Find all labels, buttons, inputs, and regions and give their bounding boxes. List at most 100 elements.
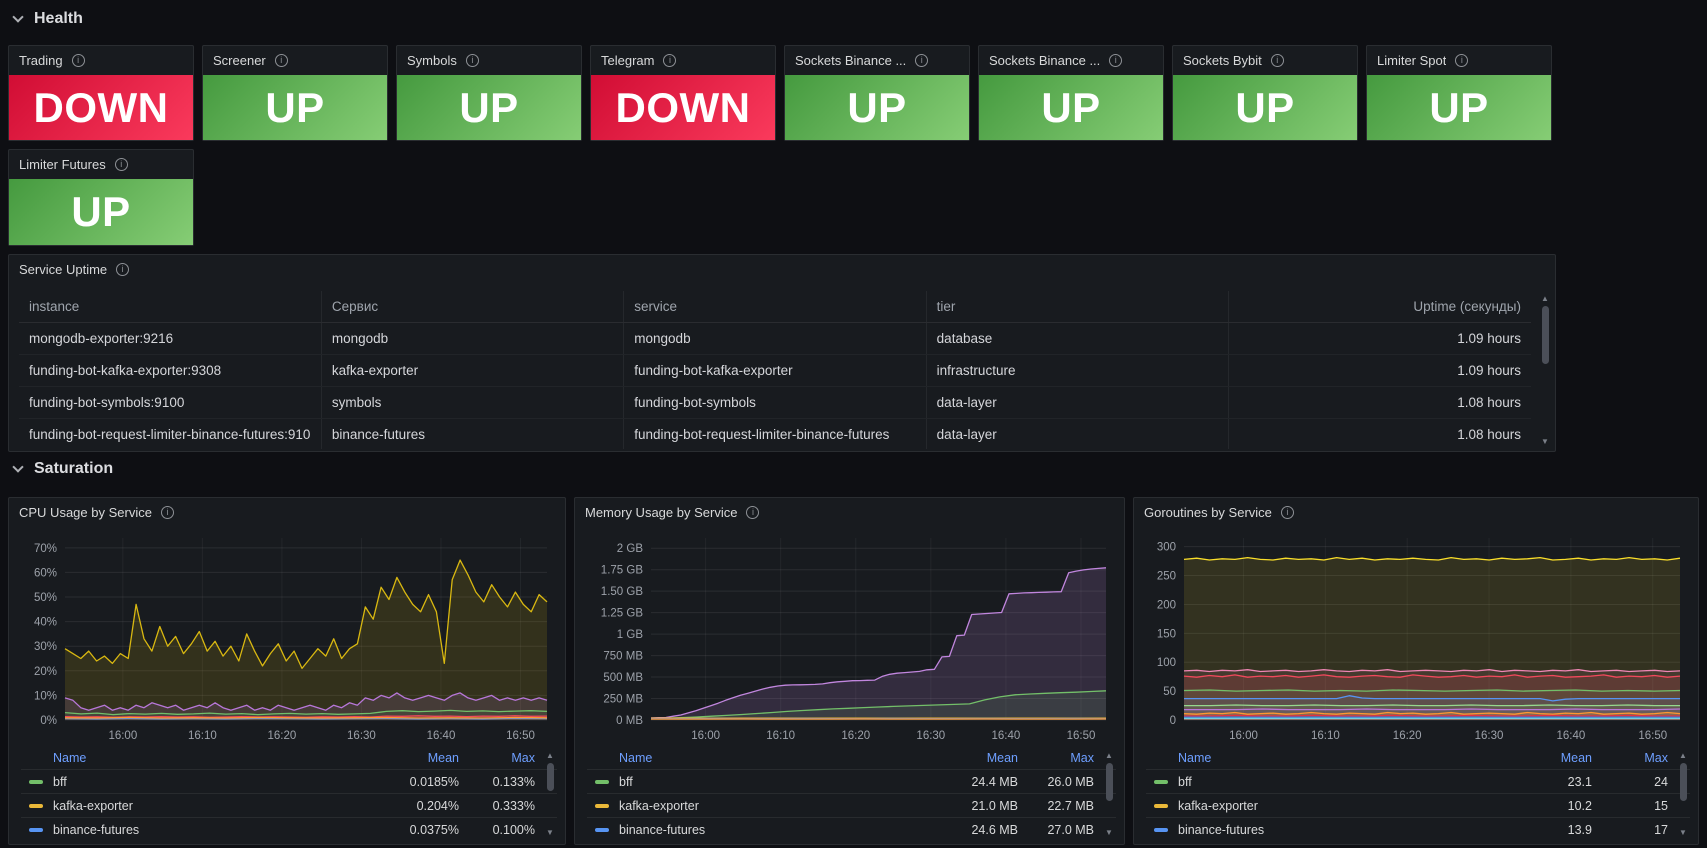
scroll-up-icon[interactable]: ▲	[1679, 750, 1687, 761]
svg-text:1.50 GB: 1.50 GB	[601, 586, 644, 598]
section-header-saturation[interactable]: Saturation	[12, 460, 113, 478]
svg-text:16:40: 16:40	[1556, 730, 1585, 742]
svg-text:2 GB: 2 GB	[617, 543, 644, 555]
info-icon[interactable]: i	[114, 158, 128, 171]
svg-text:300: 300	[1157, 542, 1176, 554]
panel-title: Limiter Spot	[1377, 53, 1447, 68]
series-max: 26.0 MB	[1047, 774, 1094, 789]
series-max: 0.333%	[492, 798, 535, 813]
column-header-service[interactable]: service	[623, 291, 927, 323]
series-name[interactable]: kafka-exporter	[1178, 799, 1500, 813]
memory-legend: Name Mean Max bff 24.4 MB 26.0 MB kafka-…	[587, 748, 1116, 840]
legend-name-header[interactable]: Name	[53, 751, 367, 765]
series-name[interactable]: kafka-exporter	[619, 799, 926, 813]
info-icon[interactable]: i	[1280, 506, 1294, 519]
info-icon[interactable]: i	[915, 54, 929, 67]
series-name[interactable]: binance-futures	[1178, 823, 1500, 837]
series-color-swatch[interactable]	[595, 803, 609, 808]
series-name[interactable]: binance-futures	[53, 823, 367, 837]
info-icon[interactable]: i	[1455, 54, 1469, 67]
series-color-swatch[interactable]	[29, 803, 43, 808]
scroll-down-icon[interactable]: ▼	[1541, 436, 1549, 447]
series-name[interactable]: binance-futures	[619, 823, 926, 837]
legend-max-header[interactable]: Max	[1018, 751, 1094, 765]
svg-text:16:40: 16:40	[427, 730, 456, 742]
svg-text:60%: 60%	[34, 567, 57, 579]
cell-tier: data-layer	[925, 418, 1229, 449]
grafana-dashboard: { "icons": { "info": "i", "scroll_up": "…	[0, 0, 1707, 848]
legend-row: kafka-exporter 0.204% 0.333%	[21, 793, 557, 817]
panel-title: Screener	[213, 53, 266, 68]
status-panel-sockets-binance-1: Sockets Binance ... i UP	[784, 45, 970, 141]
goroutines-chart[interactable]: 300 250 200 150 100 50 0 16:00 16:10 16:20 16:30 16…	[1144, 530, 1688, 746]
legend-max-header[interactable]: Max	[459, 751, 535, 765]
status-value: UP	[1367, 75, 1551, 140]
scroll-down-icon[interactable]: ▼	[546, 827, 554, 838]
legend-scrollbar[interactable]: ▲ ▼	[543, 750, 557, 838]
column-header-uptime[interactable]: Uptime (секунды)	[1228, 291, 1531, 323]
series-color-swatch[interactable]	[29, 779, 43, 784]
legend-mean-header[interactable]: Mean	[926, 751, 1018, 765]
series-mean: 0.204%	[416, 798, 459, 813]
legend-scrollbar[interactable]: ▲ ▼	[1676, 750, 1690, 838]
scroll-up-icon[interactable]: ▲	[1105, 750, 1113, 761]
info-icon[interactable]: i	[746, 506, 760, 519]
scroll-down-icon[interactable]: ▼	[1105, 827, 1113, 838]
scroll-up-icon[interactable]: ▲	[1541, 293, 1549, 304]
legend-mean-header[interactable]: Mean	[367, 751, 459, 765]
series-mean: 24.6 MB	[971, 822, 1018, 837]
cell-servis: kafka-exporter	[320, 354, 624, 387]
column-header-tier[interactable]: tier	[925, 291, 1229, 323]
info-icon[interactable]: i	[663, 54, 677, 67]
table-row: mongodb-exporter:9216 mongodb mongodb da…	[19, 322, 1531, 355]
chevron-down-icon	[12, 460, 24, 473]
info-icon[interactable]: i	[465, 54, 479, 67]
series-color-swatch[interactable]	[595, 779, 609, 784]
goroutines-legend: Name Mean Max bff 23.1 24 kafka-exporter…	[1146, 748, 1690, 840]
series-name[interactable]: bff	[1178, 775, 1500, 789]
column-header-servis[interactable]: Сервис	[320, 291, 624, 323]
legend-max-header[interactable]: Max	[1592, 751, 1668, 765]
legend-scrollbar[interactable]: ▲ ▼	[1102, 750, 1116, 838]
series-max: 0.133%	[492, 774, 535, 789]
table-scrollbar[interactable]: ▲ ▼	[1538, 293, 1552, 447]
panel-title: Goroutines by Service	[1144, 505, 1272, 520]
info-icon[interactable]: i	[116, 263, 130, 276]
panel-title: Memory Usage by Service	[585, 505, 738, 520]
scroll-up-icon[interactable]: ▲	[546, 750, 554, 761]
svg-text:16:20: 16:20	[841, 730, 870, 742]
info-icon[interactable]: i	[274, 54, 288, 67]
legend-name-header[interactable]: Name	[619, 751, 926, 765]
series-color-swatch[interactable]	[29, 827, 43, 832]
legend-mean-header[interactable]: Mean	[1500, 751, 1592, 765]
scroll-down-icon[interactable]: ▼	[1679, 827, 1687, 838]
legend-row: binance-futures 13.9 17	[1146, 817, 1690, 841]
info-icon[interactable]: i	[160, 506, 174, 519]
legend-row: kafka-exporter 21.0 MB 22.7 MB	[587, 793, 1116, 817]
series-color-swatch[interactable]	[1154, 779, 1168, 784]
svg-text:40%: 40%	[34, 617, 57, 629]
series-name[interactable]: kafka-exporter	[53, 799, 367, 813]
svg-text:16:50: 16:50	[1067, 730, 1096, 742]
info-icon[interactable]: i	[1270, 54, 1284, 67]
cell-servis: mongodb	[320, 322, 624, 355]
memory-usage-chart[interactable]: 2 GB 1.75 GB 1.50 GB 1.25 GB 1 GB 750 MB 500 M…	[585, 530, 1114, 746]
svg-text:150: 150	[1157, 628, 1176, 640]
series-color-swatch[interactable]	[1154, 827, 1168, 832]
info-icon[interactable]: i	[1109, 54, 1123, 67]
info-icon[interactable]: i	[71, 54, 85, 67]
column-header-instance[interactable]: instance	[19, 291, 322, 323]
series-color-swatch[interactable]	[595, 827, 609, 832]
status-value: UP	[1173, 75, 1357, 140]
panel-title: Sockets Binance ...	[795, 53, 907, 68]
series-name[interactable]: bff	[53, 775, 367, 789]
legend-name-header[interactable]: Name	[1178, 751, 1500, 765]
panel-title: Symbols	[407, 53, 457, 68]
panel-title: Sockets Binance ...	[989, 53, 1101, 68]
svg-text:0: 0	[1170, 715, 1176, 727]
series-name[interactable]: bff	[619, 775, 926, 789]
section-header-health[interactable]: Health	[12, 10, 83, 28]
cpu-usage-chart[interactable]: 70% 60% 50% 40% 30% 20% 10% 0% 16:00 16:10 16:20 16…	[19, 530, 555, 746]
svg-text:1.25 GB: 1.25 GB	[601, 608, 644, 620]
series-color-swatch[interactable]	[1154, 803, 1168, 808]
